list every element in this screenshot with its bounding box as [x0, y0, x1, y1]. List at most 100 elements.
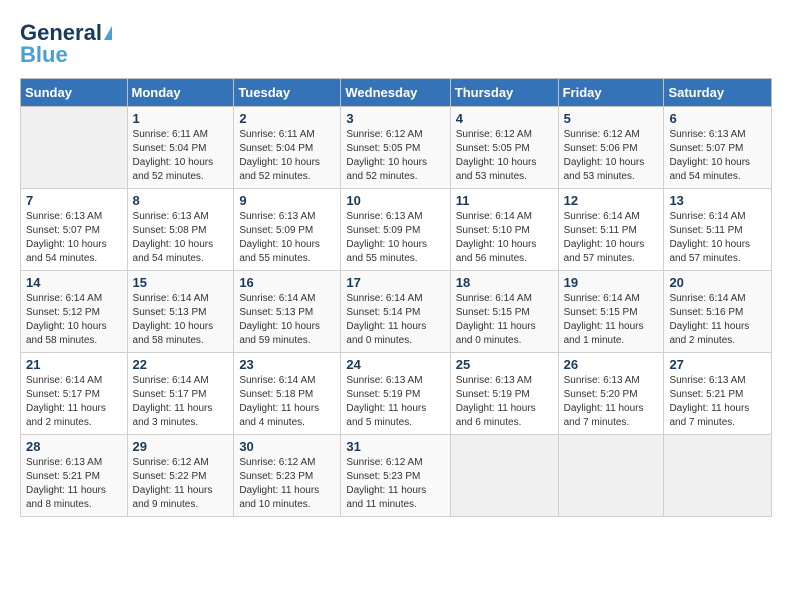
day-number: 16	[239, 275, 335, 290]
day-detail: Sunrise: 6:14 AMSunset: 5:14 PMDaylight:…	[346, 292, 444, 348]
day-detail: Sunrise: 6:12 AMSunset: 5:23 PMDaylight:…	[346, 456, 444, 512]
day-cell: 31 Sunrise: 6:12 AMSunset: 5:23 PMDayligh…	[341, 435, 450, 517]
day-number: 27	[669, 357, 766, 372]
day-cell: 14 Sunrise: 6:14 AMSunset: 5:12 PMDayligh…	[21, 271, 128, 353]
day-cell: 4Sunrise: 6:12 AMSunset: 5:05 PMDaylight…	[450, 107, 558, 189]
header-cell-thursday: Thursday	[450, 79, 558, 107]
day-cell: 1 Sunrise: 6:11 AMSunset: 5:04 PMDaylight…	[127, 107, 234, 189]
day-number: 28	[26, 439, 122, 454]
day-cell: 16 Sunrise: 6:14 AMSunset: 5:13 PMDayligh…	[234, 271, 341, 353]
day-number: 14	[26, 275, 122, 290]
day-detail: Sunrise: 6:14 AMSunset: 5:10 PMDaylight:…	[456, 210, 553, 266]
day-cell: 18Sunrise: 6:14 AMSunset: 5:15 PMDayligh…	[450, 271, 558, 353]
day-number: 31	[346, 439, 444, 454]
day-detail: Sunrise: 6:12 AMSunset: 5:23 PMDaylight:…	[239, 456, 335, 512]
day-number: 10	[346, 193, 444, 208]
week-row-2: 7 Sunrise: 6:13 AMSunset: 5:07 PMDaylight…	[21, 189, 772, 271]
day-number: 13	[669, 193, 766, 208]
day-cell: 7 Sunrise: 6:13 AMSunset: 5:07 PMDaylight…	[21, 189, 128, 271]
day-number: 15	[133, 275, 229, 290]
day-cell: 8 Sunrise: 6:13 AMSunset: 5:08 PMDaylight…	[127, 189, 234, 271]
day-number: 5	[564, 111, 659, 126]
day-detail: Sunrise: 6:14 AMSunset: 5:13 PMDaylight:…	[133, 292, 229, 348]
day-cell	[664, 435, 772, 517]
day-number: 7	[26, 193, 122, 208]
day-number: 9	[239, 193, 335, 208]
page-header: General Blue	[20, 20, 772, 68]
day-cell: 13Sunrise: 6:14 AMSunset: 5:11 PMDayligh…	[664, 189, 772, 271]
day-cell: 17 Sunrise: 6:14 AMSunset: 5:14 PMDayligh…	[341, 271, 450, 353]
day-cell: 9Sunrise: 6:13 AMSunset: 5:09 PMDaylight…	[234, 189, 341, 271]
day-detail: Sunrise: 6:12 AMSunset: 5:22 PMDaylight:…	[133, 456, 229, 512]
day-cell: 26 Sunrise: 6:13 AMSunset: 5:20 PMDayligh…	[558, 353, 664, 435]
day-number: 26	[564, 357, 659, 372]
header-cell-monday: Monday	[127, 79, 234, 107]
day-detail: Sunrise: 6:14 AMSunset: 5:17 PMDaylight:…	[26, 374, 122, 430]
day-detail: Sunrise: 6:13 AMSunset: 5:21 PMDaylight:…	[669, 374, 766, 430]
day-detail: Sunrise: 6:14 AMSunset: 5:11 PMDaylight:…	[564, 210, 659, 266]
day-cell	[21, 107, 128, 189]
day-number: 20	[669, 275, 766, 290]
day-detail: Sunrise: 6:12 AMSunset: 5:05 PMDaylight:…	[346, 128, 444, 184]
day-number: 1	[133, 111, 229, 126]
day-number: 22	[133, 357, 229, 372]
day-number: 8	[133, 193, 229, 208]
day-detail: Sunrise: 6:13 AMSunset: 5:07 PMDaylight:…	[669, 128, 766, 184]
header-row: SundayMondayTuesdayWednesdayThursdayFrid…	[21, 79, 772, 107]
day-number: 4	[456, 111, 553, 126]
day-cell	[558, 435, 664, 517]
day-cell: 3 Sunrise: 6:12 AMSunset: 5:05 PMDaylight…	[341, 107, 450, 189]
day-cell: 5 Sunrise: 6:12 AMSunset: 5:06 PMDaylight…	[558, 107, 664, 189]
calendar-table: SundayMondayTuesdayWednesdayThursdayFrid…	[20, 78, 772, 517]
day-cell: 30Sunrise: 6:12 AMSunset: 5:23 PMDayligh…	[234, 435, 341, 517]
day-cell: 15 Sunrise: 6:14 AMSunset: 5:13 PMDayligh…	[127, 271, 234, 353]
day-detail: Sunrise: 6:14 AMSunset: 5:13 PMDaylight:…	[239, 292, 335, 348]
day-detail: Sunrise: 6:14 AMSunset: 5:18 PMDaylight:…	[239, 374, 335, 430]
day-cell: 25Sunrise: 6:13 AMSunset: 5:19 PMDayligh…	[450, 353, 558, 435]
day-detail: Sunrise: 6:12 AMSunset: 5:06 PMDaylight:…	[564, 128, 659, 184]
day-cell: 10 Sunrise: 6:13 AMSunset: 5:09 PMDayligh…	[341, 189, 450, 271]
day-detail: Sunrise: 6:14 AMSunset: 5:12 PMDaylight:…	[26, 292, 122, 348]
day-cell: 21 Sunrise: 6:14 AMSunset: 5:17 PMDayligh…	[21, 353, 128, 435]
header-cell-sunday: Sunday	[21, 79, 128, 107]
header-cell-tuesday: Tuesday	[234, 79, 341, 107]
week-row-1: 1 Sunrise: 6:11 AMSunset: 5:04 PMDaylight…	[21, 107, 772, 189]
day-detail: Sunrise: 6:13 AMSunset: 5:07 PMDaylight:…	[26, 210, 122, 266]
day-detail: Sunrise: 6:14 AMSunset: 5:16 PMDaylight:…	[669, 292, 766, 348]
week-row-3: 14 Sunrise: 6:14 AMSunset: 5:12 PMDayligh…	[21, 271, 772, 353]
day-detail: Sunrise: 6:11 AMSunset: 5:04 PMDaylight:…	[133, 128, 229, 184]
header-cell-friday: Friday	[558, 79, 664, 107]
day-detail: Sunrise: 6:14 AMSunset: 5:17 PMDaylight:…	[133, 374, 229, 430]
day-number: 17	[346, 275, 444, 290]
day-cell: 19 Sunrise: 6:14 AMSunset: 5:15 PMDayligh…	[558, 271, 664, 353]
day-number: 24	[346, 357, 444, 372]
day-number: 23	[239, 357, 335, 372]
day-cell: 29Sunrise: 6:12 AMSunset: 5:22 PMDayligh…	[127, 435, 234, 517]
day-number: 3	[346, 111, 444, 126]
day-detail: Sunrise: 6:13 AMSunset: 5:19 PMDaylight:…	[346, 374, 444, 430]
logo-text-blue: Blue	[20, 42, 68, 68]
day-cell: 28 Sunrise: 6:13 AMSunset: 5:21 PMDayligh…	[21, 435, 128, 517]
day-cell: 20 Sunrise: 6:14 AMSunset: 5:16 PMDayligh…	[664, 271, 772, 353]
day-detail: Sunrise: 6:14 AMSunset: 5:15 PMDaylight:…	[456, 292, 553, 348]
day-cell: 27 Sunrise: 6:13 AMSunset: 5:21 PMDayligh…	[664, 353, 772, 435]
day-cell: 11 Sunrise: 6:14 AMSunset: 5:10 PMDayligh…	[450, 189, 558, 271]
day-detail: Sunrise: 6:13 AMSunset: 5:08 PMDaylight:…	[133, 210, 229, 266]
day-number: 6	[669, 111, 766, 126]
day-cell: 22 Sunrise: 6:14 AMSunset: 5:17 PMDayligh…	[127, 353, 234, 435]
week-row-5: 28 Sunrise: 6:13 AMSunset: 5:21 PMDayligh…	[21, 435, 772, 517]
logo-triangle-icon	[104, 26, 112, 40]
day-detail: Sunrise: 6:13 AMSunset: 5:21 PMDaylight:…	[26, 456, 122, 512]
logo: General Blue	[20, 20, 112, 68]
day-detail: Sunrise: 6:11 AMSunset: 5:04 PMDaylight:…	[239, 128, 335, 184]
day-cell: 6 Sunrise: 6:13 AMSunset: 5:07 PMDaylight…	[664, 107, 772, 189]
day-cell: 23 Sunrise: 6:14 AMSunset: 5:18 PMDayligh…	[234, 353, 341, 435]
day-number: 19	[564, 275, 659, 290]
day-number: 11	[456, 193, 553, 208]
day-cell: 12 Sunrise: 6:14 AMSunset: 5:11 PMDayligh…	[558, 189, 664, 271]
day-detail: Sunrise: 6:13 AMSunset: 5:20 PMDaylight:…	[564, 374, 659, 430]
day-detail: Sunrise: 6:14 AMSunset: 5:15 PMDaylight:…	[564, 292, 659, 348]
day-detail: Sunrise: 6:13 AMSunset: 5:09 PMDaylight:…	[346, 210, 444, 266]
day-number: 12	[564, 193, 659, 208]
day-number: 21	[26, 357, 122, 372]
